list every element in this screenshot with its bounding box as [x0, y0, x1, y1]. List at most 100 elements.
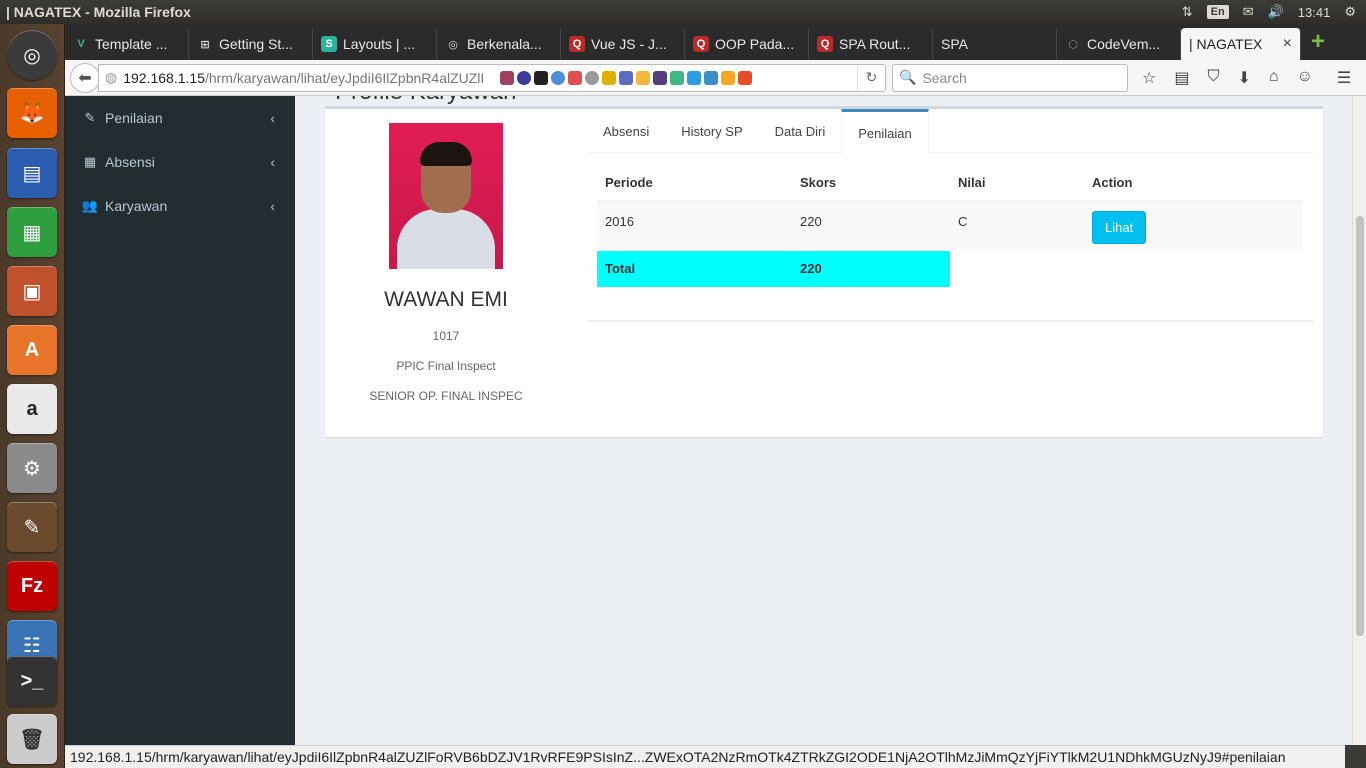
sidebar-item-penilaian[interactable]: ✎ Penilaian ‹ [65, 96, 295, 140]
tab-absensi[interactable]: Absensi [587, 109, 665, 153]
total-value: 220 [792, 251, 950, 287]
close-tab-icon[interactable]: × [1283, 35, 1292, 53]
browser-tab[interactable]: V Template ... [65, 28, 189, 60]
addon-icon[interactable] [551, 70, 566, 85]
browser-tab-active[interactable]: | NAGATEX × [1181, 28, 1301, 60]
column-header: Action [1084, 165, 1303, 202]
pocket-icon[interactable]: ⛉ [1207, 68, 1219, 88]
firefox-icon[interactable]: 🦊 [7, 88, 57, 138]
clock[interactable]: 13:41 [1298, 5, 1331, 20]
addon-icon[interactable] [619, 70, 634, 85]
tab-label: Template ... [95, 36, 168, 52]
tab-favicon-icon: Q [817, 36, 833, 52]
browser-tab[interactable]: ◎ Berkenala... [437, 28, 561, 60]
scrollbar-thumb[interactable] [1356, 216, 1364, 636]
browser-tab[interactable]: S Layouts | ... [313, 28, 437, 60]
tab-favicon-icon: ◎ [448, 38, 458, 51]
addon-icon[interactable] [534, 70, 549, 85]
tab-label: Vue JS - J... [591, 36, 667, 52]
addon-icon[interactable] [721, 70, 736, 85]
cell-nilai: C [950, 201, 1084, 251]
reload-icon[interactable]: ↻ [857, 64, 885, 91]
sidebar-item-label: Absensi [105, 154, 155, 170]
tab-favicon-icon: ⬡ [1068, 38, 1078, 51]
profile-photo [389, 123, 503, 269]
total-label: Total [597, 251, 792, 287]
addon-icon[interactable] [517, 70, 532, 85]
lihat-button[interactable]: Lihat [1092, 211, 1147, 244]
sidebar-item-absensi[interactable]: ▦ Absensi ‹ [65, 140, 295, 184]
addon-icon[interactable] [738, 70, 753, 85]
addon-icon[interactable] [704, 70, 719, 85]
mail-icon[interactable]: ✉ [1243, 4, 1254, 20]
addon-icon[interactable] [585, 70, 600, 85]
browser-nav-bar: ⬅ ◍ 192.168.1.15/hrm/karyawan/lihat/eyJp… [65, 60, 1366, 96]
volume-icon[interactable]: 🔊 [1268, 4, 1284, 20]
addon-icon[interactable] [500, 70, 515, 85]
unity-launcher: ◎ 🦊 ▤ ▦ ▣ A a ⚙ ✎ Fz ☷ >_ 🗑 [0, 24, 65, 768]
menu-icon[interactable]: ☰ [1337, 68, 1351, 88]
reading-list-icon[interactable]: ▤ [1174, 68, 1189, 88]
tab-favicon-icon: Q [693, 36, 709, 52]
amazon-icon[interactable]: a [7, 384, 57, 434]
users-icon: 👥 [81, 198, 99, 213]
tab-favicon-icon: Q [569, 36, 585, 52]
browser-tab-bar: V Template ... ⊞ Getting St... S Layouts | … [65, 24, 1366, 60]
addon-icon[interactable] [687, 70, 702, 85]
new-tab-icon[interactable]: + [1301, 28, 1335, 60]
browser-tab[interactable]: ⬡ CodeVem... [1057, 28, 1181, 60]
addon-icon[interactable] [568, 70, 583, 85]
browser-tab[interactable]: ⊞ Getting St... [189, 28, 313, 60]
system-settings-icon[interactable]: ⚙ [7, 443, 57, 493]
page-scrollbar[interactable] [1352, 96, 1366, 745]
browser-tab[interactable]: Q Vue JS - J... [561, 28, 685, 60]
tab-history-sp[interactable]: History SP [665, 109, 758, 153]
terminal-icon[interactable]: >_ [7, 656, 57, 706]
writer-icon[interactable]: ▤ [7, 148, 57, 198]
toolbar-icons: ☆ ▤ ⛉ ⬇ ⌂ ☺ ☰ [1142, 68, 1351, 88]
home-icon[interactable]: ⌂ [1269, 68, 1279, 88]
system-tray: ⇅ En ✉ 🔊 13:41 ⚙ [1182, 4, 1366, 20]
tab-data-diri[interactable]: Data Diri [759, 109, 842, 153]
tab-favicon-icon: V [77, 38, 85, 50]
search-placeholder: Search [922, 69, 967, 86]
trash-icon[interactable]: 🗑 [7, 714, 57, 764]
keyboard-layout-indicator[interactable]: En [1206, 5, 1229, 19]
calendar-icon: ▦ [83, 154, 97, 169]
settings-gear-icon[interactable]: ⚙ [1344, 4, 1356, 20]
download-icon[interactable]: ⬇ [1237, 68, 1250, 88]
browser-tab[interactable]: Q SPA Rout... [809, 28, 933, 60]
url-path: /hrm/karyawan/lihat/eyJpdiI6IlZpbnR4alZU… [204, 69, 485, 86]
cell-action: Lihat [1084, 201, 1303, 251]
addon-icon[interactable] [602, 70, 617, 85]
back-arrow-icon[interactable]: ⬅ [70, 62, 100, 93]
status-bar-url: 192.168.1.15/hrm/karyawan/lihat/eyJpdiI6… [65, 745, 1345, 768]
tab-favicon-icon: S [321, 36, 337, 52]
tab-penilaian[interactable]: Penilaian [841, 109, 929, 154]
addon-icon[interactable] [636, 70, 651, 85]
cell-periode: 2016 [597, 201, 792, 251]
tab-label: SPA Rout... [839, 36, 911, 52]
search-input[interactable]: 🔍 Search [892, 63, 1128, 92]
tab-favicon-icon: ⊞ [200, 38, 210, 51]
calc-icon[interactable]: ▦ [7, 207, 57, 257]
employee-id: 1017 [432, 329, 460, 343]
browser-tab[interactable]: Q OOP Pada... [685, 28, 809, 60]
impress-icon[interactable]: ▣ [7, 266, 57, 316]
browser-tab[interactable]: SPA [933, 28, 1057, 60]
site-info-icon[interactable]: ◍ [105, 69, 117, 86]
filezilla-icon[interactable]: Fz [7, 561, 57, 611]
software-center-icon[interactable]: A [7, 325, 57, 375]
dash-home-icon[interactable]: ◎ [7, 30, 57, 80]
paint-icon[interactable]: ✎ [7, 502, 57, 552]
network-icon[interactable]: ⇅ [1182, 4, 1193, 20]
profile-box: WAWAN EMI 1017 PPIC Final Inspect SENIOR… [325, 106, 1323, 437]
addon-icon[interactable] [670, 70, 685, 85]
addon-icon[interactable] [653, 70, 668, 85]
sidebar-item-karyawan[interactable]: 👥 Karyawan ‹ [65, 184, 295, 228]
column-header: Periode [597, 165, 792, 202]
bookmark-star-icon[interactable]: ☆ [1142, 68, 1156, 88]
address-bar[interactable]: ◍ 192.168.1.15/hrm/karyawan/lihat/eyJpdi… [98, 63, 886, 92]
os-top-panel: | NAGATEX - Mozilla Firefox ⇅ En ✉ 🔊 13:… [0, 0, 1366, 24]
chat-icon[interactable]: ☺ [1297, 68, 1313, 88]
